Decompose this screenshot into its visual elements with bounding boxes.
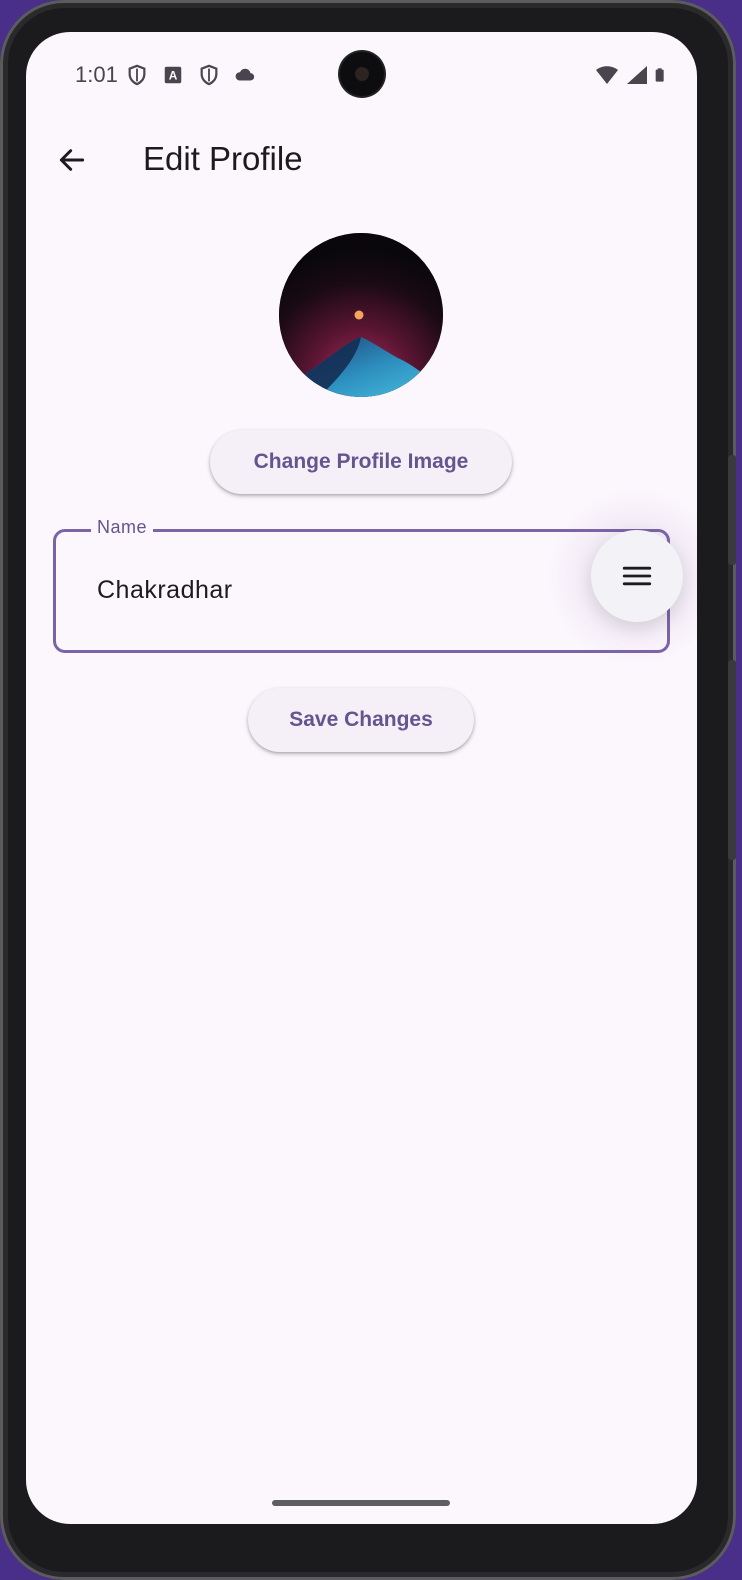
status-icons-left: A	[126, 64, 256, 86]
home-indicator[interactable]	[272, 1500, 450, 1506]
front-camera	[340, 52, 384, 96]
status-bar: 1:01 A	[26, 32, 697, 118]
shield-icon	[128, 64, 146, 86]
power-button	[728, 660, 736, 860]
battery-icon	[655, 68, 664, 82]
page-title: Edit Profile	[143, 140, 303, 177]
change-profile-image-button[interactable]: Change Profile Image	[210, 430, 512, 494]
profile-image	[279, 233, 443, 397]
name-field-label: Name	[91, 517, 154, 538]
device-frame: 1:01 A Edit Profile Change Profile Image…	[0, 0, 736, 1580]
status-time: 1:01	[75, 62, 118, 87]
text-a-icon: A	[164, 66, 182, 84]
app-screen: 1:01 A Edit Profile Change Profile Image…	[26, 32, 697, 1524]
menu-icon	[622, 566, 652, 586]
volume-button	[728, 455, 736, 565]
wifi-icon	[596, 66, 618, 84]
arrow-back-icon	[59, 149, 85, 171]
menu-fab[interactable]	[591, 530, 683, 622]
back-button[interactable]	[48, 136, 96, 184]
shield-icon	[200, 64, 218, 86]
name-field-value[interactable]: Chakradhar	[97, 576, 233, 605]
save-changes-button[interactable]: Save Changes	[248, 688, 474, 752]
status-icons-right	[595, 64, 671, 86]
profile-avatar	[279, 233, 443, 397]
cloud-icon	[235, 68, 255, 81]
signal-icon	[627, 66, 647, 84]
svg-text:A: A	[169, 69, 178, 83]
app-bar: Edit Profile	[26, 128, 697, 192]
